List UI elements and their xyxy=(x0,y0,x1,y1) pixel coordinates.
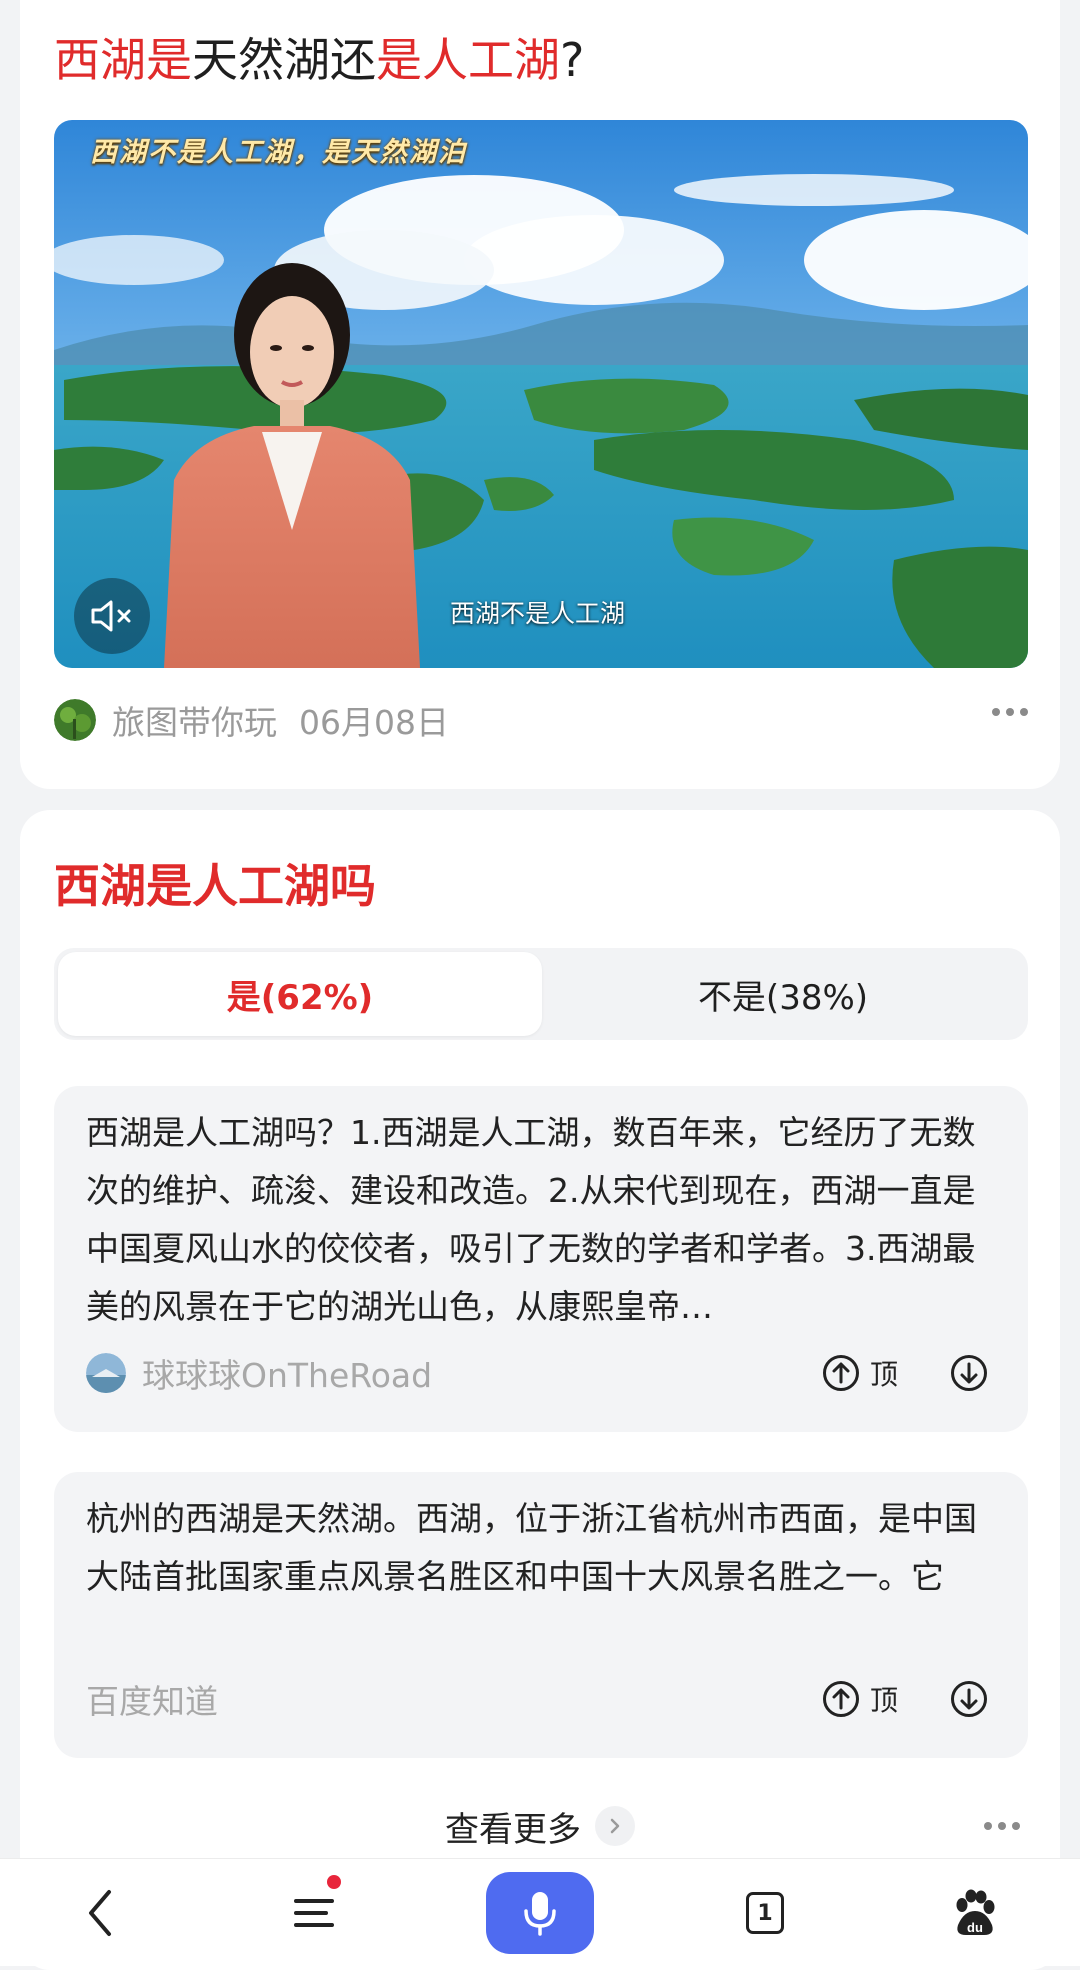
video-result-card[interactable]: 西湖是天然湖还是人工湖? 西湖不是人工湖，是天然湖泊 西湖不是人工湖 旅图带你玩… xyxy=(20,0,1060,789)
answer-item[interactable]: 西湖是人工湖吗？1.西湖是人工湖，数百年来，它经历了无数次的维护、疏浚、建设和改… xyxy=(54,1086,1028,1432)
title-text: ? xyxy=(560,33,585,87)
vote-controls: 顶 xyxy=(822,1348,988,1398)
arrow-down-circle-icon xyxy=(951,1355,987,1391)
video-subtitle: 西湖不是人工湖 xyxy=(450,599,626,628)
microphone-icon xyxy=(524,1892,556,1936)
svg-text:du: du xyxy=(967,1920,983,1935)
answer-text[interactable]: 西湖是人工湖吗？1.西湖是人工湖，数百年来，它经历了无数次的维护、疏浚、建设和改… xyxy=(86,1104,998,1336)
see-more-button[interactable]: 查看更多 xyxy=(20,1796,1060,1856)
menu-icon xyxy=(294,1899,334,1927)
more-options-icon[interactable] xyxy=(992,708,1028,716)
chevron-left-icon xyxy=(89,1890,111,1936)
answer-footer: 百度知道 顶 xyxy=(86,1674,988,1724)
notification-dot xyxy=(327,1875,341,1889)
answer-item[interactable]: 杭州的西湖是天然湖。西湖，位于浙江省杭州市西面，是中国大陆首批国家重点风景名胜区… xyxy=(54,1472,1028,1758)
back-button[interactable] xyxy=(60,1859,140,1967)
downvote-button[interactable] xyxy=(950,1680,988,1718)
answer-source[interactable]: 百度知道 xyxy=(86,1675,218,1723)
answer-footer: 球球球OnTheRoad 顶 xyxy=(86,1348,988,1398)
video-title[interactable]: 西湖是天然湖还是人工湖? xyxy=(54,30,584,90)
upvote-label: 顶 xyxy=(869,1684,898,1717)
downvote-button[interactable] xyxy=(950,1354,988,1392)
answer-tabs: 是(62%) 不是(38%) xyxy=(54,948,1028,1040)
tabs-button[interactable]: 1 xyxy=(725,1859,805,1967)
video-meta: 旅图带你玩 06月08日 xyxy=(54,698,1028,742)
menu-button[interactable] xyxy=(275,1859,355,1967)
more-options-icon[interactable] xyxy=(984,1822,1020,1830)
answer-text[interactable]: 杭州的西湖是天然湖。西湖，位于浙江省杭州市西面，是中国大陆首批国家重点风景名胜区… xyxy=(86,1490,998,1606)
title-highlight: 是人工湖 xyxy=(376,33,560,87)
arrow-up-circle-icon xyxy=(822,1681,859,1717)
qa-poll-card: 西湖是人工湖吗 是(62%) 不是(38%) 西湖是人工湖吗？1.西湖是人工湖，… xyxy=(20,810,1060,1970)
title-text: 天然湖还 xyxy=(192,33,376,87)
baidu-home-button[interactable]: du xyxy=(935,1859,1015,1967)
upvote-button[interactable]: 顶 xyxy=(822,1679,898,1719)
author-avatar[interactable] xyxy=(54,699,96,741)
source-avatar xyxy=(86,1353,126,1393)
upvote-button[interactable]: 顶 xyxy=(822,1353,898,1393)
answer-source[interactable]: 球球球OnTheRoad xyxy=(142,1349,432,1397)
upvote-label: 顶 xyxy=(869,1358,898,1391)
tab-yes[interactable]: 是(62%) xyxy=(58,952,542,1036)
video-caption-top: 西湖不是人工湖，是天然湖泊 xyxy=(90,137,467,168)
video-player[interactable]: 西湖不是人工湖，是天然湖泊 西湖不是人工湖 xyxy=(54,120,1028,668)
arrow-down-circle-icon xyxy=(951,1681,987,1717)
baidu-paw-icon: du xyxy=(956,1889,995,1935)
chevron-right-icon xyxy=(595,1806,635,1846)
arrow-up-circle-icon xyxy=(822,1355,859,1391)
publish-date: 06月08日 xyxy=(299,703,449,742)
bottom-navigation-bar: 1 du xyxy=(0,1858,1080,1966)
see-more-label: 查看更多 xyxy=(445,1809,581,1850)
voice-search-button[interactable] xyxy=(484,1859,596,1967)
title-highlight: 西湖是 xyxy=(54,33,192,87)
poll-title[interactable]: 西湖是人工湖吗 xyxy=(54,856,376,916)
tab-count: 1 xyxy=(746,1892,784,1934)
mute-button[interactable] xyxy=(74,578,150,654)
vote-controls: 顶 xyxy=(822,1674,988,1724)
author-name[interactable]: 旅图带你玩 xyxy=(112,696,277,744)
tab-no[interactable]: 不是(38%) xyxy=(542,952,1024,1036)
speaker-muted-icon xyxy=(91,600,131,632)
video-thumbnail xyxy=(54,120,1028,668)
